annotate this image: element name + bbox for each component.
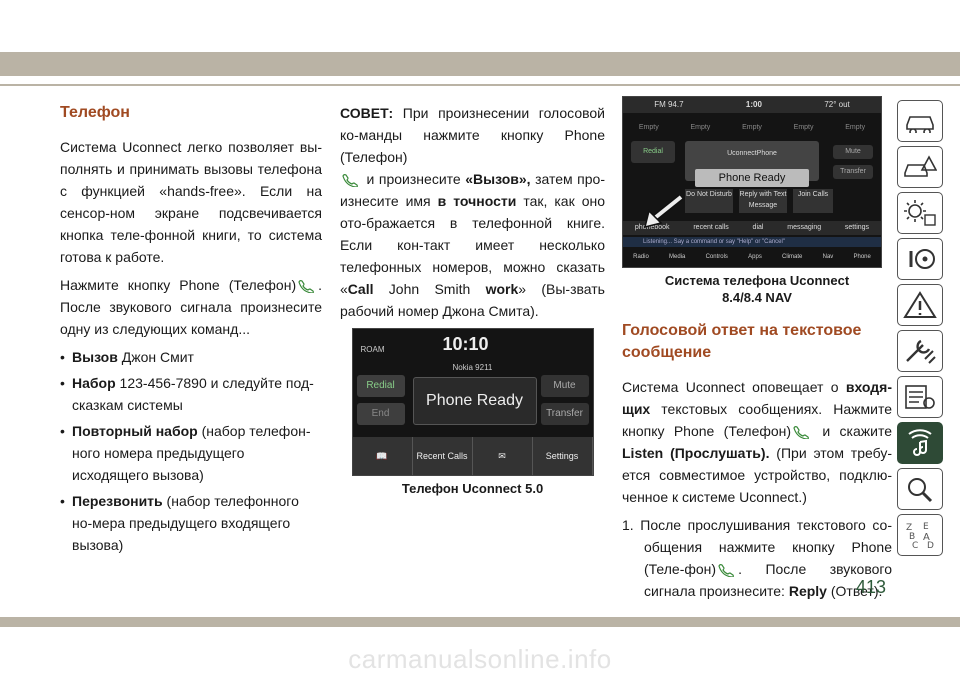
caption-uconnect-84: Система телефона Uconnect 8.4/8.4 NAV [664, 273, 850, 305]
top-rule [0, 84, 960, 86]
reply-text-button: Reply with Text Message [739, 189, 787, 213]
starting-icon [904, 200, 936, 226]
recent-calls-button: Recent Calls [413, 437, 473, 475]
redial-button: Redial [631, 141, 675, 163]
list-item: Перезвонить (набор телефонного но-мера п… [60, 490, 322, 556]
warning-triangle-icon [903, 291, 937, 318]
tab-controls[interactable] [897, 238, 943, 280]
page-number: 413 [856, 577, 887, 597]
svg-text:D: D [927, 541, 934, 550]
tab-service[interactable] [897, 330, 943, 372]
transfer-button: Transfer [540, 403, 589, 425]
tab-multimedia[interactable] [897, 422, 943, 464]
caption-uconnect-50: Телефон Uconnect 5.0 [401, 481, 544, 496]
heading-telephone: Телефон [60, 104, 130, 121]
transfer-button: Transfer [833, 165, 873, 179]
bottom-band [0, 617, 960, 627]
end-button: End [356, 403, 405, 425]
clock: 10:10 [442, 334, 489, 354]
list-item: Набор 123-456-7890 и следуйте под-сказка… [60, 372, 322, 416]
uconnect-50-screen: ROAM 10:10 Nokia 9211 Redial End Mute Tr… [351, 328, 594, 476]
messaging-icon: ✉ [473, 437, 533, 475]
list-item: Повторный набор (набор телефон-ного номе… [60, 420, 322, 486]
column-telephone: Телефон Система Uconnect легко позволяет… [60, 96, 322, 560]
tools-icon [906, 339, 936, 364]
phone-ready-display: Phone Ready [412, 377, 537, 425]
specs-icon [905, 385, 935, 409]
join-calls-button: Join Calls [793, 189, 833, 213]
tab-index[interactable]: ZEBACD [897, 514, 943, 556]
svg-text:C: C [912, 541, 918, 550]
network-name: Nokia 9211 [452, 363, 493, 372]
chapter-tabs: ZEBACD [897, 100, 945, 560]
paragraph-tip: СОВЕТ: При произнесении голосовой ко-ман… [340, 105, 606, 319]
list-item: Вызов Джон Смит [60, 346, 322, 368]
mute-button: Mute [833, 145, 873, 159]
mute-button: Mute [540, 375, 589, 397]
paragraph-press-phone: Нажмите кнопку Phone (Телефон). После зв… [60, 277, 322, 337]
tab-search[interactable] [897, 468, 943, 510]
step-1: 1. После прослушивания текстового со-общ… [622, 517, 892, 599]
phone-icon [718, 564, 735, 578]
paragraph-incoming-texts: Система Uconnect оповещает о входя-щих т… [622, 379, 893, 505]
settings-button: Settings [533, 437, 593, 475]
screen-bottom-bar: 📖 Recent Calls ✉ Settings [352, 437, 593, 475]
heading-voice-reply: Голосовой ответ на текстовое сообщение [622, 322, 862, 361]
redial-button: Redial [356, 375, 405, 397]
tab-warnings[interactable] [897, 284, 943, 326]
tab-car[interactable] [897, 100, 943, 142]
roam-label: ROAM [360, 345, 385, 354]
top-band [0, 52, 960, 76]
phone-ready-display: UconnectPhone Phone Ready [685, 141, 819, 187]
do-not-disturb-button: Do Not Disturb [685, 189, 733, 213]
warning-car-icon [904, 155, 937, 177]
phone-icon [342, 174, 358, 188]
screen-status-bar: FM 94.7 1:00 72° out [623, 97, 881, 113]
multimedia-icon [908, 429, 932, 456]
steering-wheel-icon [909, 249, 935, 269]
phone-icon [298, 280, 315, 294]
command-list: Вызов Джон Смит Набор 123-456-7890 и сле… [60, 346, 322, 556]
paragraph-intro: Система Uconnect легко позволяет вы-полн… [60, 139, 322, 265]
column-voice-reply: FM 94.7 1:00 72° out Empty Empty Empty Empty E… [622, 96, 892, 608]
tab-starting[interactable] [897, 192, 943, 234]
uconnect-84-screen: FM 94.7 1:00 72° out Empty Empty Empty Empty E… [622, 96, 882, 268]
tab-specs[interactable] [897, 376, 943, 418]
screen-nav-bar: Radio Media Controls Apps Climate Nav Phone [633, 254, 871, 260]
car-icon [906, 116, 934, 133]
phonebook-icon: 📖 [353, 437, 413, 475]
arrow-icon [643, 194, 684, 229]
favorites-row: Empty Empty Empty Empty Empty [638, 124, 866, 131]
tab-warning-car[interactable] [897, 146, 943, 188]
svg-text:E: E [923, 522, 929, 532]
phone-icon [793, 426, 809, 440]
index-icon: Z EB AC D [906, 522, 934, 550]
search-icon [908, 478, 933, 503]
watermark: carmanualsonline.info [348, 644, 612, 674]
column-tip: СОВЕТ: При произнесении голосовой ко-ман… [340, 96, 605, 497]
